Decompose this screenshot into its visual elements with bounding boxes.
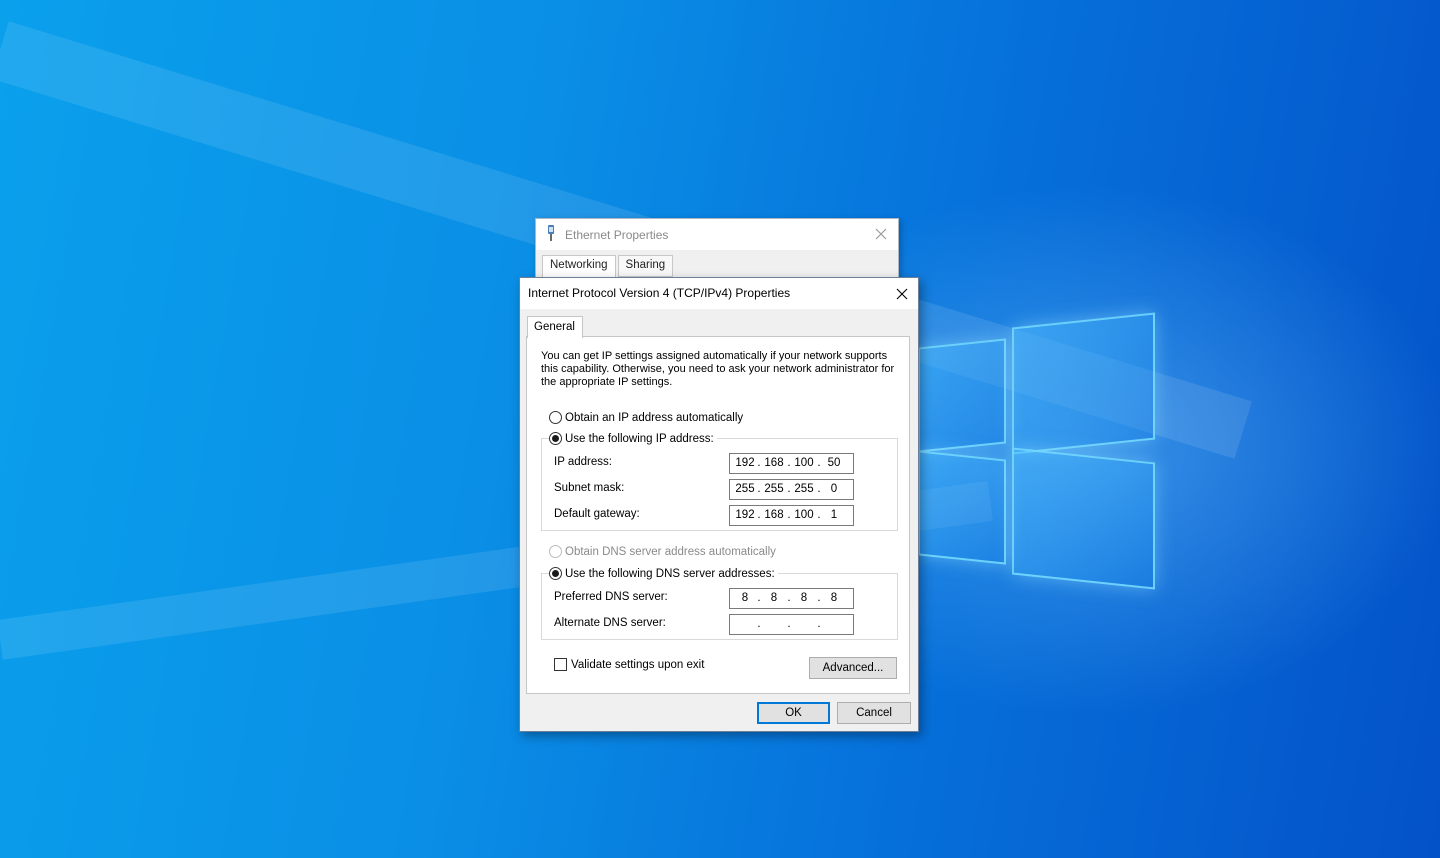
- subnet-row: Subnet mask:: [554, 482, 624, 494]
- validate-settings-checkbox[interactable]: [554, 658, 567, 671]
- obtain-ip-auto-label: Obtain an IP address automatically: [565, 411, 744, 424]
- use-following-dns-radio[interactable]: [549, 567, 562, 580]
- ip-dot: .: [817, 592, 821, 604]
- obtain-dns-auto-radio[interactable]: [549, 545, 562, 558]
- ip-octet: 192: [735, 509, 755, 521]
- ip-dot: .: [787, 592, 791, 604]
- general-panel: You can get IP settings assigned automat…: [526, 336, 910, 694]
- cancel-button[interactable]: Cancel: [837, 702, 911, 724]
- ip-dot: .: [817, 483, 821, 495]
- ip-octet: 168: [764, 457, 784, 469]
- default-gateway-label: Default gateway:: [554, 508, 640, 520]
- ip-address-row: IP address:: [554, 456, 612, 468]
- ip-octet: 8: [770, 592, 778, 604]
- ip-dot: .: [787, 509, 791, 521]
- ethernet-titlebar: Ethernet Properties: [536, 219, 898, 250]
- close-icon[interactable]: [872, 225, 890, 243]
- ip-dot: .: [787, 618, 791, 630]
- network-adapter-icon: [545, 225, 557, 244]
- ip-address-label: IP address:: [554, 456, 612, 468]
- validate-settings-option[interactable]: Validate settings upon exit: [554, 658, 708, 671]
- ip-dot: .: [757, 457, 761, 469]
- ip-dot: .: [757, 618, 761, 630]
- tab-networking[interactable]: Networking: [542, 255, 616, 278]
- windows-logo-pane: [918, 450, 1006, 565]
- ipv4-properties-dialog: Internet Protocol Version 4 (TCP/IPv4) P…: [519, 277, 919, 732]
- ip-dot: .: [817, 509, 821, 521]
- ip-octet: 50: [827, 457, 841, 469]
- ok-button[interactable]: OK: [757, 702, 830, 724]
- windows-logo-pane: [1012, 447, 1155, 590]
- subnet-mask-label: Subnet mask:: [554, 482, 625, 494]
- validate-settings-label: Validate settings upon exit: [571, 658, 705, 671]
- ip-dot: .: [787, 457, 791, 469]
- obtain-dns-auto-label: Obtain DNS server address automatically: [565, 545, 776, 558]
- gateway-row: Default gateway:: [554, 508, 640, 520]
- preferred-dns-label: Preferred DNS server:: [554, 591, 668, 603]
- ip-dot: .: [817, 457, 821, 469]
- alternate-dns-label: Alternate DNS server:: [554, 617, 666, 629]
- use-following-dns-label: Use the following DNS server addresses:: [565, 567, 775, 580]
- ip-octet: 8: [741, 592, 749, 604]
- default-gateway-input[interactable]: 192 . 168 . 100 . 1: [729, 505, 854, 526]
- obtain-ip-auto-option[interactable]: Obtain an IP address automatically: [549, 411, 747, 424]
- ip-octet: 192: [735, 457, 755, 469]
- dns-server-group: Preferred DNS server: 8 . 8 . 8 . 8 Alte…: [541, 573, 898, 640]
- ip-octet: 168: [764, 509, 784, 521]
- ip-address-group: IP address: 192 . 168 . 100 . 50 Subnet …: [541, 438, 898, 531]
- ip-dot: .: [787, 483, 791, 495]
- ip-dot: .: [757, 483, 761, 495]
- use-following-dns-option[interactable]: Use the following DNS server addresses:: [549, 567, 778, 580]
- alternate-dns-input[interactable]: . . .: [729, 614, 854, 635]
- ethernet-tabs: Networking Sharing: [542, 255, 675, 278]
- ip-octet: 8: [800, 592, 808, 604]
- dialog-title: Internet Protocol Version 4 (TCP/IPv4) P…: [528, 286, 791, 300]
- ip-octet: 255: [764, 483, 784, 495]
- obtain-ip-auto-radio[interactable]: [549, 411, 562, 424]
- windows-logo-pane: [918, 338, 1006, 453]
- tab-sharing[interactable]: Sharing: [617, 255, 674, 277]
- ip-octet: 255: [794, 483, 814, 495]
- dialog-titlebar: Internet Protocol Version 4 (TCP/IPv4) P…: [520, 278, 918, 309]
- ip-octet: 100: [794, 509, 814, 521]
- ip-octet: 0: [830, 483, 838, 495]
- ip-octet: 100: [794, 457, 814, 469]
- use-following-ip-option[interactable]: Use the following IP address:: [549, 432, 717, 445]
- ip-dot: .: [817, 618, 821, 630]
- tab-general[interactable]: General: [527, 316, 583, 338]
- use-following-ip-label: Use the following IP address:: [565, 432, 714, 445]
- preferred-dns-input[interactable]: 8 . 8 . 8 . 8: [729, 588, 854, 609]
- preferred-dns-row: Preferred DNS server:: [554, 591, 668, 603]
- ip-dot: .: [757, 509, 761, 521]
- intro-text: You can get IP settings assigned automat…: [541, 350, 895, 388]
- obtain-dns-auto-option[interactable]: Obtain DNS server address automatically: [549, 545, 779, 558]
- ip-dot: .: [757, 592, 761, 604]
- use-following-ip-radio[interactable]: [549, 432, 562, 445]
- subnet-mask-input[interactable]: 255 . 255 . 255 . 0: [729, 479, 854, 500]
- close-icon[interactable]: [891, 283, 913, 305]
- windows-logo-pane: [1012, 312, 1155, 455]
- alternate-dns-row: Alternate DNS server:: [554, 617, 666, 629]
- ethernet-window-title: Ethernet Properties: [565, 227, 669, 242]
- ip-octet: 1: [830, 509, 838, 521]
- ip-octet: 255: [735, 483, 755, 495]
- advanced-button[interactable]: Advanced...: [809, 657, 897, 679]
- ip-octet: 8: [830, 592, 838, 604]
- ip-address-input[interactable]: 192 . 168 . 100 . 50: [729, 453, 854, 474]
